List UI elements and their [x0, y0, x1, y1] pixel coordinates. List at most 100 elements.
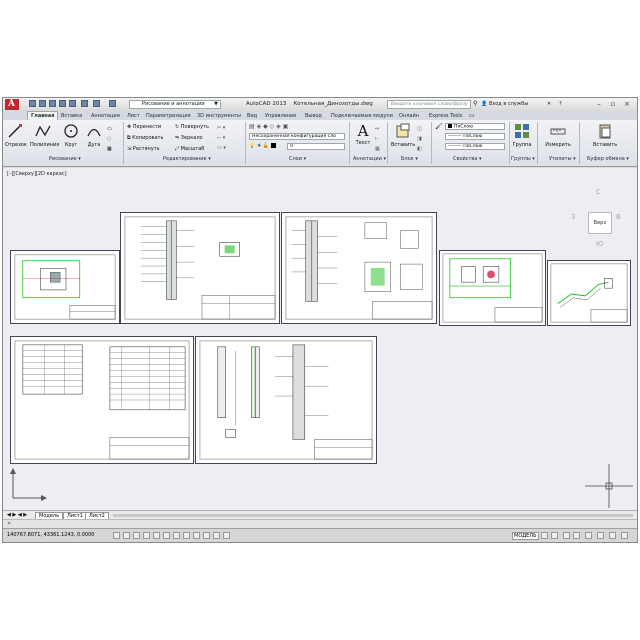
annotation-extra-tools[interactable]: ↔ ⊢ ▦ [375, 124, 380, 154]
draw-extra-tools[interactable]: ▭ ◌ ▦ [107, 124, 117, 154]
tab-online[interactable]: Онлайн [399, 112, 419, 120]
tab-home[interactable]: Главная [27, 111, 59, 120]
exchange-icon[interactable]: ✕ [547, 101, 551, 107]
stretch-tool-button[interactable]: ⇲ Растянуть [127, 146, 160, 152]
modify-extra-tools[interactable]: ✂ ▾ ⌐ ▾ ▭ ▾ [217, 123, 241, 155]
tab-express-tools[interactable]: Express Tools [429, 112, 462, 120]
compass-north[interactable]: С [596, 188, 601, 196]
copy-tool-button[interactable]: ⧉ Копировать [127, 135, 163, 141]
annotation-panel-title[interactable]: Аннотации ▾ [353, 156, 386, 162]
arc-tool-button[interactable]: Дуга [84, 123, 104, 148]
workspace-switch-icon[interactable] [597, 532, 604, 539]
redo-icon[interactable] [93, 100, 100, 107]
quick-view-icon[interactable] [551, 532, 558, 539]
dynamic-input-icon[interactable] [203, 532, 210, 539]
rotate-tool-button[interactable]: ↻ Повернуть [175, 124, 209, 130]
viewcube[interactable]: Верх [588, 212, 612, 234]
panel-separator [245, 122, 246, 164]
workspace-dropdown[interactable]: Рисование и аннотации ▼ [129, 100, 221, 109]
linetype-dropdown[interactable]: ——— ПоСлою [445, 133, 505, 140]
close-icon[interactable]: × [621, 99, 633, 109]
annotation-scale-icon[interactable] [585, 532, 592, 539]
maximize-icon[interactable]: ▫ [607, 99, 619, 109]
login-button[interactable]: 👤 Вход в службы [481, 101, 528, 107]
horizontal-scrollbar[interactable] [113, 514, 633, 517]
tab-output[interactable]: Вывод [305, 112, 322, 120]
3d-osnap-icon[interactable] [173, 532, 180, 539]
lineweight-dropdown[interactable]: ——— ПоСлою [445, 143, 505, 150]
insert-block-button[interactable]: Вставить [391, 123, 415, 148]
application-menu-button[interactable]: A [5, 99, 19, 110]
help-icon[interactable]: ? [559, 101, 562, 107]
otrack-icon[interactable] [183, 532, 190, 539]
polyline-tool-button[interactable]: Полилиния [30, 123, 60, 148]
save-icon[interactable] [49, 100, 56, 107]
tab-manage[interactable]: Управление [265, 112, 296, 120]
layer-state-dropdown[interactable]: Несохраненная конфигурация сло [249, 133, 345, 140]
tab-annotate[interactable]: Аннотации [91, 112, 120, 120]
new-file-icon[interactable] [29, 100, 36, 107]
infer-constraints-icon[interactable] [113, 532, 120, 539]
save-as-icon[interactable] [59, 100, 66, 107]
polyline-tool-label: Полилиния [30, 142, 60, 148]
open-file-icon[interactable] [39, 100, 46, 107]
compass-west[interactable]: З [571, 213, 576, 221]
tab-layout[interactable]: Лист [127, 112, 140, 120]
grid-icon[interactable] [133, 532, 140, 539]
ortho-icon[interactable] [143, 532, 150, 539]
quick-access-menu-icon[interactable] [109, 100, 116, 107]
group-button[interactable]: Группа [511, 123, 533, 148]
color-dropdown[interactable]: ПоСлою [445, 123, 505, 130]
search-icon[interactable]: ⚲ [473, 100, 480, 108]
transparency-icon[interactable] [223, 532, 230, 539]
line-tool-button[interactable]: Отрезок [5, 123, 27, 148]
drawing-canvas[interactable]: [–][Сверху][2D каркас] С Ю З В Верх [3, 168, 637, 510]
match-properties-icon[interactable]: 🖌 [435, 123, 443, 130]
tab-navigation-arrows[interactable]: ◀ ▶ ◀ ▶ [7, 512, 27, 518]
tab-view[interactable]: Вид [247, 112, 257, 120]
coordinates-readout[interactable]: 140767.8071, 43361.1243, 0.0000 [7, 532, 94, 538]
polar-icon[interactable] [153, 532, 160, 539]
current-layer-dropdown[interactable]: 0 [287, 143, 345, 150]
tab-parametric[interactable]: Параметризация [146, 112, 191, 120]
modify-panel-title[interactable]: Редактирование ▾ [163, 156, 211, 162]
lock-icon[interactable] [609, 532, 616, 539]
clean-screen-icon[interactable] [621, 532, 628, 539]
text-tool-button[interactable]: A Текст [353, 123, 373, 146]
ducs-icon[interactable] [193, 532, 200, 539]
measure-button[interactable]: Измерить [545, 123, 571, 148]
lineweight-icon[interactable] [213, 532, 220, 539]
layers-panel-title[interactable]: Слои ▾ [289, 156, 306, 162]
layout-icon[interactable] [541, 532, 548, 539]
block-panel-title[interactable]: Блок ▾ [401, 156, 418, 162]
draw-panel-title[interactable]: Рисование ▾ [49, 156, 81, 162]
tab-3d-tools[interactable]: 3D инструменты [197, 112, 241, 120]
viewport-controls[interactable]: [–][Сверху][2D каркас] [7, 171, 67, 177]
search-input[interactable]: Введите ключевое слово/фразу [387, 100, 471, 109]
osnap-icon[interactable] [163, 532, 170, 539]
scale-tool-button[interactable]: ⤢ Масштаб [175, 146, 204, 152]
minimize-icon[interactable]: – [593, 99, 605, 109]
block-extra-tools[interactable]: ◫ ◨ ◧ [417, 124, 422, 154]
ribbon-toggle-icon[interactable]: ▭ [469, 112, 475, 120]
zoom-icon[interactable] [573, 532, 580, 539]
pan-icon[interactable] [563, 532, 570, 539]
paste-button[interactable]: Вставить [593, 123, 617, 148]
clipboard-panel-title[interactable]: Буфер обмена ▾ [587, 156, 629, 162]
move-tool-button[interactable]: ✥ Перенести [127, 124, 161, 130]
print-icon[interactable] [69, 100, 76, 107]
compass-south[interactable]: Ю [596, 240, 604, 248]
circle-tool-button[interactable]: Круг [61, 123, 81, 148]
undo-icon[interactable] [81, 100, 88, 107]
layer-properties-icon[interactable]: ▤ ◈ ◆ ◇ ◈ ▣ [249, 123, 288, 130]
compass-east[interactable]: В [616, 213, 621, 221]
mirror-tool-button[interactable]: ⇋ Зеркало [175, 135, 203, 141]
model-space-toggle[interactable]: МОДЕЛЬ [512, 532, 539, 540]
snap-icon[interactable] [123, 532, 130, 539]
tab-plugins[interactable]: Подключаемые модули [331, 112, 393, 120]
close-command-icon[interactable]: ✕ [7, 521, 11, 527]
groups-panel-title[interactable]: Группы ▾ [511, 156, 535, 162]
utilities-panel-title[interactable]: Утилиты ▾ [549, 156, 576, 162]
tab-insert[interactable]: Вставка [61, 112, 82, 120]
properties-panel-title[interactable]: Свойства ▾ [453, 156, 482, 162]
